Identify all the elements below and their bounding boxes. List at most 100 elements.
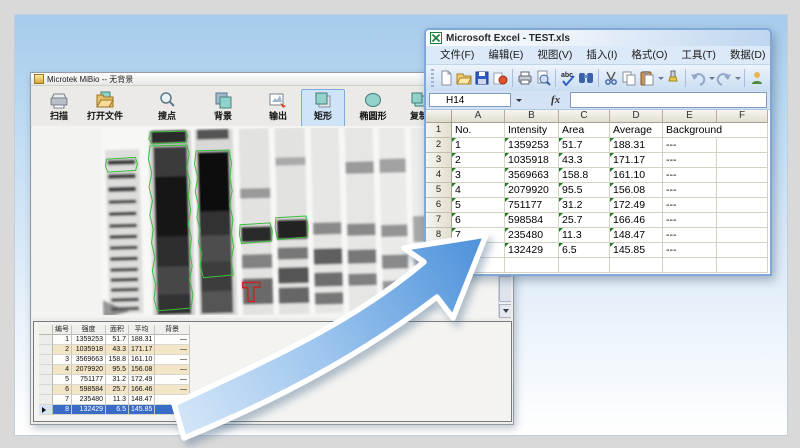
excel-titlebar[interactable]: Microsoft Excel - TEST.xls	[426, 30, 770, 46]
grid-cell[interactable]: No.	[452, 123, 505, 138]
grid-cell[interactable]: 95.5	[559, 183, 610, 198]
grid-cell[interactable]: 132429	[505, 243, 559, 258]
grid-cell[interactable]	[610, 258, 663, 273]
grid-cell[interactable]: 11.3	[559, 228, 610, 243]
table-cell[interactable]: 7	[53, 395, 72, 405]
grid-cell[interactable]: Background	[663, 123, 717, 138]
table-cell[interactable]: 3	[53, 355, 72, 365]
column-header-F[interactable]: F	[717, 110, 768, 123]
row-header[interactable]	[426, 243, 452, 258]
grid-cell[interactable]: 598584	[505, 213, 559, 228]
name-box-dropdown[interactable]	[511, 93, 525, 107]
research-icon[interactable]	[577, 69, 595, 87]
table-cell[interactable]: 51.7	[106, 335, 129, 345]
grid-cell[interactable]	[717, 243, 768, 258]
grid-cell[interactable]: ---	[663, 198, 717, 213]
grid-cell[interactable]: 172.49	[610, 198, 663, 213]
table-row[interactable]: 723548011.3148.47—	[39, 395, 190, 405]
undo-icon[interactable]	[689, 69, 707, 87]
row-header[interactable]: 1	[426, 123, 452, 138]
row-selector-cell[interactable]	[39, 375, 53, 385]
grid-cell[interactable]: 161.10	[610, 168, 663, 183]
cut-icon[interactable]	[602, 69, 620, 87]
row-header[interactable]: 8	[426, 228, 452, 243]
table-cell[interactable]: 751177	[72, 375, 106, 385]
row-selector-cell[interactable]	[39, 365, 53, 375]
print-icon[interactable]	[516, 69, 534, 87]
table-cell[interactable]: 11.3	[106, 395, 129, 405]
grid-cell[interactable]: ---	[663, 183, 717, 198]
formula-bar[interactable]	[570, 92, 767, 108]
grid-cell[interactable]	[717, 168, 768, 183]
grid-cell[interactable]: ---	[663, 153, 717, 168]
table-cell[interactable]: 148.47	[129, 395, 155, 405]
print-preview-icon[interactable]	[534, 69, 552, 87]
menu-item-5[interactable]: 工具(T)	[675, 47, 723, 64]
toolbar-button-open-file[interactable]: 打开文件	[72, 89, 138, 127]
table-row[interactable]: 33569663158.8161.10—	[39, 355, 190, 365]
grid-cell[interactable]: 31.2	[559, 198, 610, 213]
grid-cell[interactable]: 7	[452, 228, 505, 243]
table-cell[interactable]: 598584	[72, 385, 106, 395]
column-header-B[interactable]: B	[505, 110, 559, 123]
table-cell[interactable]: 3569663	[72, 355, 106, 365]
table-cell[interactable]: —	[155, 365, 190, 375]
grid-cell[interactable]	[663, 258, 717, 273]
grid-cell[interactable]: 751177	[505, 198, 559, 213]
table-cell[interactable]: 158.8	[106, 355, 129, 365]
grid-cell[interactable]: 51.7	[559, 138, 610, 153]
table-row[interactable]: 2103591843.3171.17—	[39, 345, 190, 355]
table-cell[interactable]: —	[155, 375, 190, 385]
column-header-C[interactable]: C	[559, 110, 610, 123]
row-header[interactable]: 5	[426, 183, 452, 198]
column-header-E[interactable]: E	[663, 110, 717, 123]
grid-cell[interactable]: 2079920	[505, 183, 559, 198]
grid-cell[interactable]: 6.5	[559, 243, 610, 258]
grid-cell[interactable]: 235480	[505, 228, 559, 243]
table-cell[interactable]: 8	[53, 405, 72, 415]
open-icon[interactable]	[455, 69, 473, 87]
table-cell[interactable]: 172.49	[129, 375, 155, 385]
grid-cell[interactable]	[717, 153, 768, 168]
grid-cell[interactable]: 4	[452, 183, 505, 198]
grid-cell[interactable]	[505, 258, 559, 273]
grid-cell[interactable]: ---	[663, 168, 717, 183]
permission-icon[interactable]	[491, 69, 509, 87]
format-painter-icon[interactable]	[664, 69, 682, 87]
spelling-icon[interactable]: abc	[559, 69, 577, 87]
table-cell[interactable]: 2079920	[72, 365, 106, 375]
table-cell[interactable]: 188.31	[129, 335, 155, 345]
grid-cell[interactable]: Intensity	[505, 123, 559, 138]
table-row[interactable]: 81324296.5145.85—	[39, 405, 190, 415]
grid-cell[interactable]: 2	[452, 153, 505, 168]
grid-cell[interactable]: ---	[663, 243, 717, 258]
row-header[interactable]: 6	[426, 198, 452, 213]
table-cell[interactable]: 6	[53, 385, 72, 395]
grid-cell[interactable]: Average	[610, 123, 663, 138]
menu-item-4[interactable]: 格式(O)	[624, 47, 674, 64]
grid-cell[interactable]: Area	[559, 123, 610, 138]
row-header[interactable]: 3	[426, 153, 452, 168]
toolbar-handle[interactable]	[431, 69, 434, 87]
grid-cell[interactable]	[717, 258, 768, 273]
chevron-down-icon[interactable]	[735, 77, 741, 80]
grid-cell[interactable]: 3	[452, 168, 505, 183]
table-cell[interactable]: —	[155, 345, 190, 355]
table-cell[interactable]: —	[155, 335, 190, 345]
grid-cell[interactable]: ---	[663, 228, 717, 243]
grid-cell[interactable]	[559, 258, 610, 273]
copy-icon[interactable]	[620, 69, 638, 87]
toolbar-button-background[interactable]: 背景	[198, 89, 248, 127]
row-header[interactable]: 4	[426, 168, 452, 183]
table-header-cell[interactable]: 强度	[72, 325, 106, 335]
insert-hyperlink-icon[interactable]	[748, 69, 766, 87]
toolbar-button-ellipse[interactable]: 椭圆形	[349, 89, 397, 127]
grid-cell[interactable]: 25.7	[559, 213, 610, 228]
select-all-corner[interactable]	[426, 110, 452, 123]
row-header[interactable]	[426, 258, 452, 273]
grid-cell[interactable]: 171.17	[610, 153, 663, 168]
table-cell[interactable]: 156.08	[129, 365, 155, 375]
toolbar-button-export[interactable]: 输出	[252, 89, 304, 127]
name-box[interactable]: H14	[429, 93, 511, 107]
table-cell[interactable]: —	[155, 355, 190, 365]
